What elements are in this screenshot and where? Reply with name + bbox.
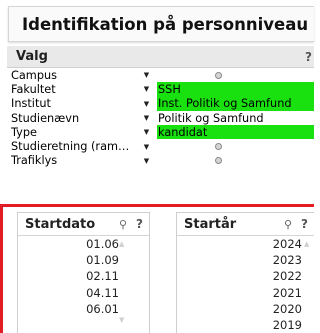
filter-row-trafiklys[interactable]: Trafiklys ▼ (11, 154, 314, 168)
sheet-title: Identifikation på personniveau (8, 6, 314, 42)
dropdown-arrow-icon[interactable]: ▼ (136, 100, 157, 108)
list-item[interactable]: 06.01 (18, 301, 149, 317)
filter-row-campus[interactable]: Campus ▼ (11, 68, 314, 82)
filter-value-empty[interactable] (157, 154, 314, 168)
list-item[interactable]: 2023 (177, 252, 314, 268)
listbox-header: Startår ⚲ ? (177, 213, 314, 236)
valg-rows: Campus ▼ Fakultet ▼ SSH Institut ▼ Inst.… (7, 68, 314, 168)
listbox-title: Startdato (25, 216, 96, 232)
list-item[interactable]: 2024 (177, 236, 314, 252)
filter-label: Institut (11, 97, 51, 111)
listbox-startdato[interactable]: Startdato ⚲ ? 01.06 01.09 02.11 04.11 06… (17, 212, 150, 333)
dropdown-arrow-icon[interactable]: ▼ (136, 71, 157, 79)
filter-label: Campus (11, 68, 58, 82)
dropdown-arrow-icon[interactable]: ▼ (136, 143, 157, 151)
listbox-title: Startår (184, 216, 237, 232)
valg-header: Valg ? (7, 46, 314, 68)
valg-panel: Valg ? Campus ▼ Fakultet ▼ SSH Institut … (7, 46, 314, 196)
no-selection-dot-icon (214, 71, 222, 79)
filter-label: Studienævn (11, 111, 80, 125)
scroll-up-icon[interactable]: ▲ (304, 240, 312, 248)
valg-title: Valg (16, 49, 48, 64)
scroll-down-icon[interactable]: ▼ (119, 316, 127, 324)
filter-value-empty[interactable] (157, 139, 314, 153)
filter-value[interactable]: SSH (157, 82, 314, 97)
no-selection-dot-icon (214, 157, 222, 165)
filter-row-institut[interactable]: Institut ▼ Inst. Politik og Samfund (11, 96, 314, 111)
help-icon[interactable]: ? (301, 217, 308, 231)
filter-label: Type (11, 125, 37, 139)
list-item[interactable]: 04.11 (18, 285, 149, 301)
filter-label: Studieretning (ram… (11, 140, 130, 154)
list-item[interactable]: 2019 (177, 317, 314, 333)
search-icon[interactable]: ⚲ (284, 218, 296, 231)
filter-value-empty[interactable] (157, 68, 314, 82)
list-item[interactable]: 01.06 (18, 236, 149, 252)
list-item[interactable]: 01.09 (18, 252, 149, 268)
dropdown-arrow-icon[interactable]: ▼ (136, 114, 157, 122)
search-icon[interactable]: ⚲ (119, 218, 131, 231)
filter-row-type[interactable]: Type ▼ kandidat (11, 125, 314, 140)
list-item[interactable]: 2021 (177, 285, 314, 301)
list-item[interactable]: 02.11 (18, 268, 149, 284)
list-item[interactable]: 2020 (177, 301, 314, 317)
help-icon[interactable]: ? (136, 217, 143, 231)
listbox-items: 2024 2023 2022 2021 2020 2019 (177, 236, 314, 333)
filter-value[interactable]: Politik og Samfund (157, 111, 314, 125)
dropdown-arrow-icon[interactable]: ▼ (136, 85, 157, 93)
filter-row-studieretning[interactable]: Studieretning (ram… ▼ (11, 139, 314, 153)
list-item[interactable]: 2022 (177, 268, 314, 284)
dropdown-arrow-icon[interactable]: ▼ (136, 157, 157, 165)
filter-row-studienaevn[interactable]: Studienævn ▼ Politik og Samfund (11, 111, 314, 125)
filter-value[interactable]: kandidat (157, 125, 314, 140)
filter-label: Fakultet (11, 82, 56, 96)
dropdown-arrow-icon[interactable]: ▼ (136, 128, 157, 136)
listbox-header: Startdato ⚲ ? (18, 213, 149, 236)
scroll-up-icon[interactable]: ▲ (119, 240, 127, 248)
filter-row-fakultet[interactable]: Fakultet ▼ SSH (11, 82, 314, 97)
listbox-items: 01.06 01.09 02.11 04.11 06.01 (18, 236, 149, 317)
filter-label: Trafiklys (11, 154, 58, 168)
no-selection-dot-icon (214, 143, 222, 151)
listbox-startaar[interactable]: Startår ⚲ ? 2024 2023 2022 2021 2020 201… (176, 212, 314, 333)
help-icon[interactable]: ? (305, 50, 312, 64)
filter-value[interactable]: Inst. Politik og Samfund (157, 96, 314, 111)
